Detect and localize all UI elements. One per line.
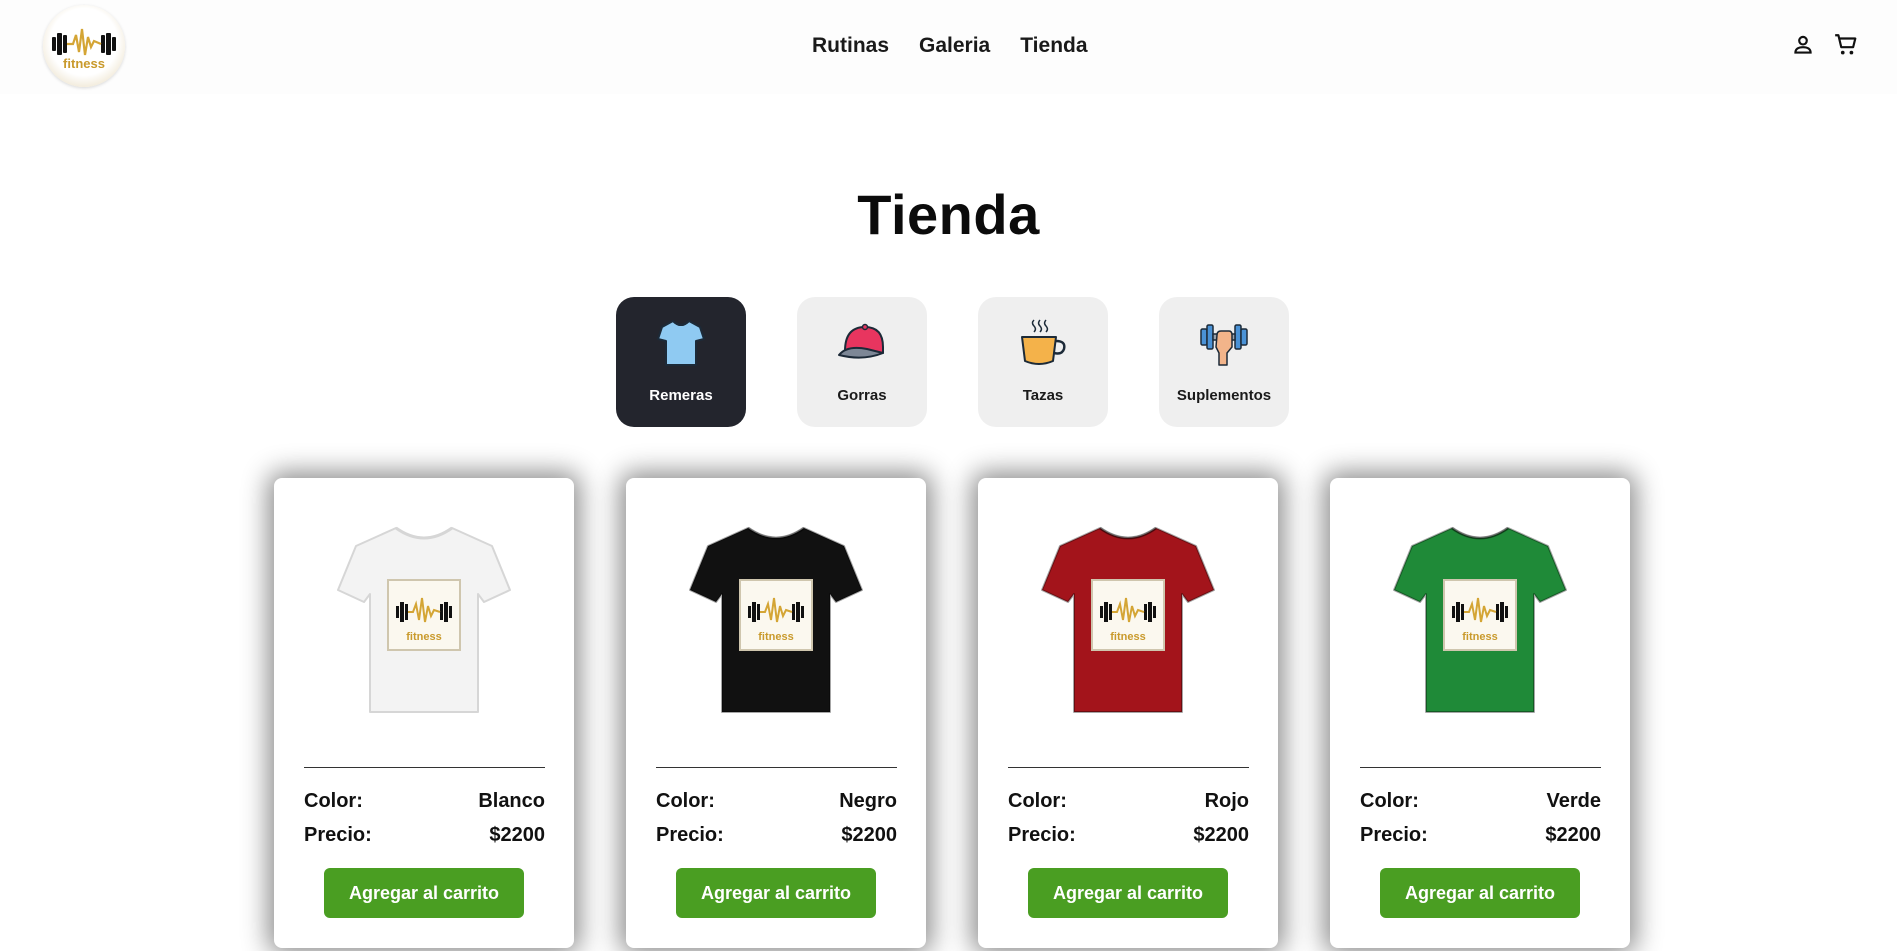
svg-text:fitness: fitness	[1462, 631, 1497, 643]
category-label: Remeras	[649, 387, 713, 404]
tshirt-image: fitness	[1393, 526, 1567, 713]
site-header: fitness Rutinas Galeria Tienda	[0, 0, 1897, 94]
price-label: Precio:	[304, 824, 372, 846]
page-title: Tienda	[857, 183, 1040, 246]
color-label: Color:	[1008, 790, 1067, 812]
main-nav: Rutinas Galeria Tienda	[812, 34, 1088, 58]
cart-icon[interactable]	[1833, 32, 1859, 58]
price-row: Precio: $2200	[304, 824, 545, 847]
mug-icon	[1018, 317, 1068, 369]
card-divider	[1008, 767, 1249, 768]
price-label: Precio:	[656, 824, 724, 846]
category-tazas[interactable]: Tazas	[978, 297, 1108, 427]
category-label: Gorras	[837, 387, 887, 404]
price-value: $2200	[1545, 824, 1601, 846]
color-row: Color: Rojo	[1008, 790, 1249, 813]
category-gorras[interactable]: Gorras	[797, 297, 927, 427]
price-label: Precio:	[1008, 824, 1076, 846]
add-to-cart-button[interactable]: Agregar al carrito	[676, 868, 876, 918]
price-value: $2200	[841, 824, 897, 846]
product-card: fitness Color: Verde Precio: $2200 Agreg…	[1330, 478, 1630, 948]
price-value: $2200	[489, 824, 545, 846]
tshirt-image: fitness	[337, 526, 511, 713]
price-label: Precio:	[1360, 824, 1428, 846]
price-value: $2200	[1193, 824, 1249, 846]
product-card: fitness Color: Rojo Precio: $2200 Agrega…	[978, 478, 1278, 948]
svg-text:fitness: fitness	[406, 631, 441, 643]
card-divider	[1360, 767, 1601, 768]
user-icon[interactable]	[1790, 32, 1816, 58]
product-card: fitness Color: Blanco Precio: $2200 Agre…	[274, 478, 574, 948]
price-row: Precio: $2200	[1008, 824, 1249, 847]
color-row: Color: Negro	[656, 790, 897, 813]
add-to-cart-button[interactable]: Agregar al carrito	[324, 868, 524, 918]
nav-link-galeria[interactable]: Galeria	[919, 34, 990, 58]
nav-link-rutinas[interactable]: Rutinas	[812, 34, 889, 58]
add-to-cart-button[interactable]: Agregar al carrito	[1380, 868, 1580, 918]
color-value: Verde	[1546, 790, 1601, 812]
color-value: Blanco	[478, 790, 545, 812]
add-to-cart-button[interactable]: Agregar al carrito	[1028, 868, 1228, 918]
color-row: Color: Blanco	[304, 790, 545, 813]
fitness-logo[interactable]: fitness	[43, 5, 125, 87]
product-card: fitness Color: Negro Precio: $2200 Agreg…	[626, 478, 926, 948]
card-divider	[304, 767, 545, 768]
color-label: Color:	[656, 790, 715, 812]
color-label: Color:	[304, 790, 363, 812]
svg-text:fitness: fitness	[758, 631, 793, 643]
tshirt-image: fitness	[1041, 526, 1215, 713]
price-row: Precio: $2200	[656, 824, 897, 847]
category-label: Suplementos	[1176, 387, 1272, 404]
nav-link-tienda[interactable]: Tienda	[1020, 34, 1087, 58]
svg-text:fitness: fitness	[1110, 631, 1145, 643]
price-row: Precio: $2200	[1360, 824, 1601, 847]
color-row: Color: Verde	[1360, 790, 1601, 813]
category-label: Tazas	[1022, 387, 1064, 404]
category-remeras[interactable]: Remeras	[616, 297, 746, 427]
color-value: Negro	[839, 790, 897, 812]
logo-text: fitness	[63, 56, 105, 71]
cap-icon	[837, 317, 887, 369]
category-suplementos[interactable]: Suplementos	[1159, 297, 1289, 427]
tshirt-image: fitness	[689, 526, 863, 713]
card-divider	[656, 767, 897, 768]
tshirt-icon	[656, 317, 706, 369]
color-label: Color:	[1360, 790, 1419, 812]
dumbbell-icon	[1199, 317, 1249, 369]
color-value: Rojo	[1204, 790, 1249, 812]
